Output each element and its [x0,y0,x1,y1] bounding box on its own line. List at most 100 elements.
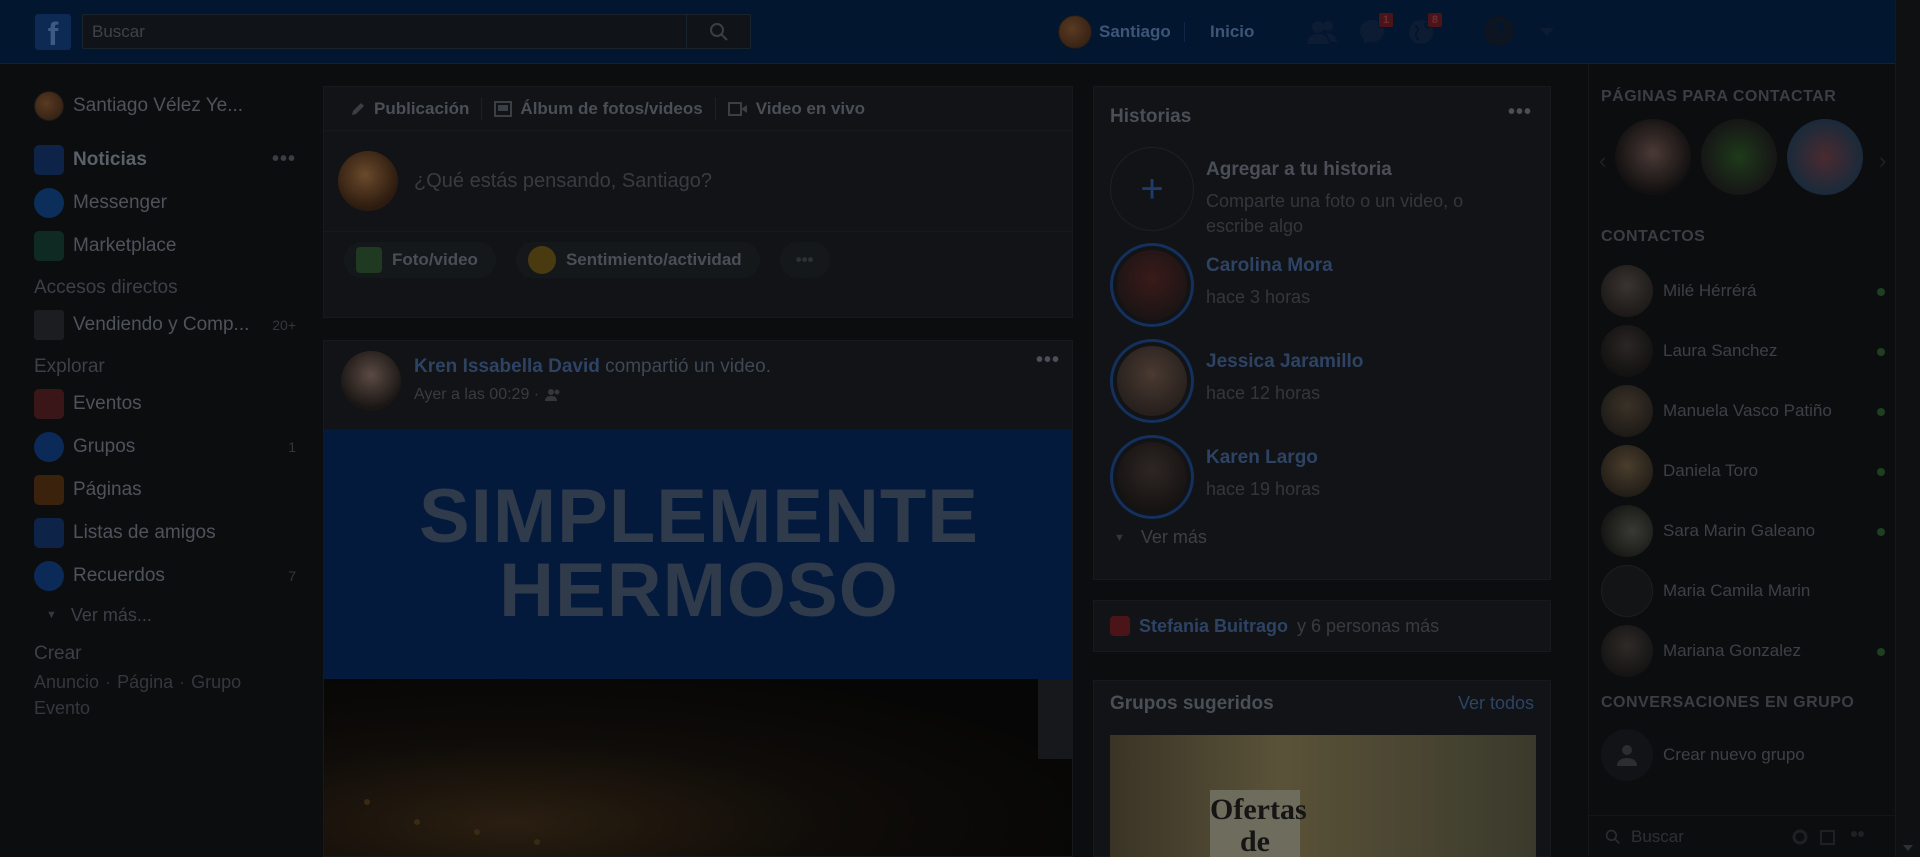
scroll-down-arrow[interactable] [1903,845,1913,851]
page-thumbnail[interactable] [1615,119,1691,195]
sidebar-item-events[interactable]: Eventos [34,382,296,425]
contact-item[interactable]: Laura Sanchez [1601,324,1891,378]
page-thumbnail[interactable] [1701,119,1777,195]
sidebar-item-pages[interactable]: Páginas [34,468,296,511]
contact-item[interactable]: Daniela Toro [1601,444,1891,498]
sidebar-item-label: Marketplace [73,234,177,256]
facebook-page: f Santiago Inicio 1 8 ? Sant [0,0,1920,857]
profile-link[interactable]: Santiago [1058,14,1171,50]
chevron-left-icon[interactable]: ‹ [1599,148,1606,174]
create-page-link[interactable]: Página [117,672,173,692]
video-camera-icon [727,101,747,116]
post-menu-button[interactable]: ••• [1036,349,1060,372]
light-spot [364,799,370,805]
page-scrollbar[interactable] [1895,0,1920,857]
light-spot [414,819,420,825]
create-links: Anuncio · Página · Grupo Evento [34,672,242,718]
story-item[interactable]: Jessica Jaramillo hace 12 horas [1110,339,1530,427]
story-item[interactable]: Karen Largo hace 19 horas [1110,435,1530,523]
notifications-button[interactable]: 8 [1405,12,1443,48]
contact-item[interactable]: Mariana Gonzalez [1601,624,1891,678]
sidebar-item-memories[interactable]: Recuerdos 7 [34,554,296,597]
group-chat-icon[interactable] [1847,828,1867,846]
search-icon [1605,829,1620,844]
banner-text: HERMOSO [499,548,899,633]
add-story-item[interactable]: + Agregar a tu historia Comparte una fot… [1110,147,1530,236]
album-icon [494,100,513,117]
create-ad-link[interactable]: Anuncio [34,672,99,692]
story-time: hace 12 horas [1206,383,1321,403]
contact-item[interactable]: Maria Camila Marin [1601,564,1891,618]
tab-label: Publicación [374,98,470,118]
see-all-link[interactable]: Ver todos [1458,693,1534,714]
sidebar-item-label: Listas de amigos [73,521,216,543]
messages-badge: 1 [1377,12,1394,28]
sidebar-item-shortcut[interactable]: Vendiendo y Comp... 20+ [34,303,296,346]
avatar [1058,15,1092,49]
sidebar-item-groups[interactable]: Grupos 1 [34,425,296,468]
profile-name: Santiago [1099,22,1171,41]
stories-see-more[interactable]: ▼ Ver más [1114,527,1207,548]
facebook-logo[interactable]: f [35,14,71,52]
composer-input[interactable]: ¿Qué estás pensando, Santiago? [414,170,712,193]
help-button[interactable]: ? [1484,16,1514,46]
feeling-activity-button[interactable]: Sentimiento/actividad [515,241,760,278]
group-people-icon [1617,745,1637,766]
contact-item[interactable]: Sara Marin Galeano [1601,504,1891,558]
gear-icon[interactable] [1791,828,1809,846]
online-status-dot [1877,468,1885,476]
contact-item[interactable]: Milé Hérrérá [1601,264,1891,318]
count-badge: 20+ [272,316,296,333]
page-thumbnail[interactable] [1787,119,1863,195]
button-label: Foto/video [392,249,478,269]
sidebar-item-marketplace[interactable]: Marketplace [34,224,296,267]
story-time: hace 3 horas [1206,287,1311,307]
create-group-link[interactable]: Grupo [191,672,241,692]
photo-video-button[interactable]: Foto/video [344,241,496,278]
contact-item[interactable]: Manuela Vasco Patiño [1601,384,1891,438]
tab-live[interactable]: Video en vivo [716,98,877,120]
account-menu-caret[interactable] [1540,28,1554,36]
chevron-right-icon[interactable]: › [1879,148,1886,174]
tab-post[interactable]: Publicación [338,97,483,120]
add-story-subtitle: Comparte una foto o un video, o escribe … [1206,191,1464,236]
photo-icon [356,246,382,273]
search-button[interactable] [686,15,750,48]
home-link[interactable]: Inicio [1210,22,1254,42]
video-player[interactable] [324,679,1072,856]
post-action: compartió un video. [605,356,771,377]
create-group-button[interactable]: Crear nuevo grupo [1601,728,1891,782]
story-item[interactable]: Carolina Mora hace 3 horas [1110,243,1530,331]
post-time-text[interactable]: Ayer a las 00:29 · [414,386,539,404]
chat-search-input[interactable] [1631,826,1781,847]
suggested-groups-panel: Grupos sugeridos Ver todos Ofertas de [1093,680,1551,857]
birthday-reminder[interactable]: Stefania Buitrago y 6 personas más [1093,600,1551,652]
more-options-icon[interactable]: ••• [272,148,296,171]
messages-button[interactable]: 1 [1356,12,1394,48]
sidebar-item-label: Eventos [73,392,142,414]
feed-post: Kren Issabella David compartió un video.… [323,340,1073,857]
post-author[interactable]: Kren Issabella David [414,356,600,377]
more-options-button[interactable]: ••• [779,241,830,278]
video-banner[interactable]: SIMPLEMENTE HERMOSO [324,429,1072,679]
search-input[interactable] [83,15,683,48]
sidebar-item-news[interactable]: Noticias ••• [34,138,296,181]
avatar[interactable] [341,351,401,411]
group-cover-image[interactable]: Ofertas de [1110,735,1536,857]
add-story-title: Agregar a tu historia [1206,159,1392,180]
sidebar-item-messenger[interactable]: Messenger [34,181,296,224]
birthday-rest: y 6 personas más [1297,615,1440,636]
see-more-link[interactable]: ▼ Ver más... [34,597,296,633]
create-event-link[interactable]: Evento [34,698,90,718]
sidebar-item-profile[interactable]: Santiago Vélez Ye... [34,86,296,126]
story-author: Carolina Mora [1206,255,1333,276]
sidebar-item-label: Messenger [73,191,167,213]
friend-requests-button[interactable] [1306,16,1338,48]
smiley-icon [527,245,556,274]
tab-album[interactable]: Álbum de fotos/videos [482,97,716,120]
stories-menu-button[interactable]: ••• [1508,101,1532,124]
compose-icon[interactable] [1819,828,1837,846]
contact-name: Manuela Vasco Patiño [1663,401,1832,420]
sidebar-item-friend-lists[interactable]: Listas de amigos [34,511,296,554]
divider [1184,22,1185,42]
